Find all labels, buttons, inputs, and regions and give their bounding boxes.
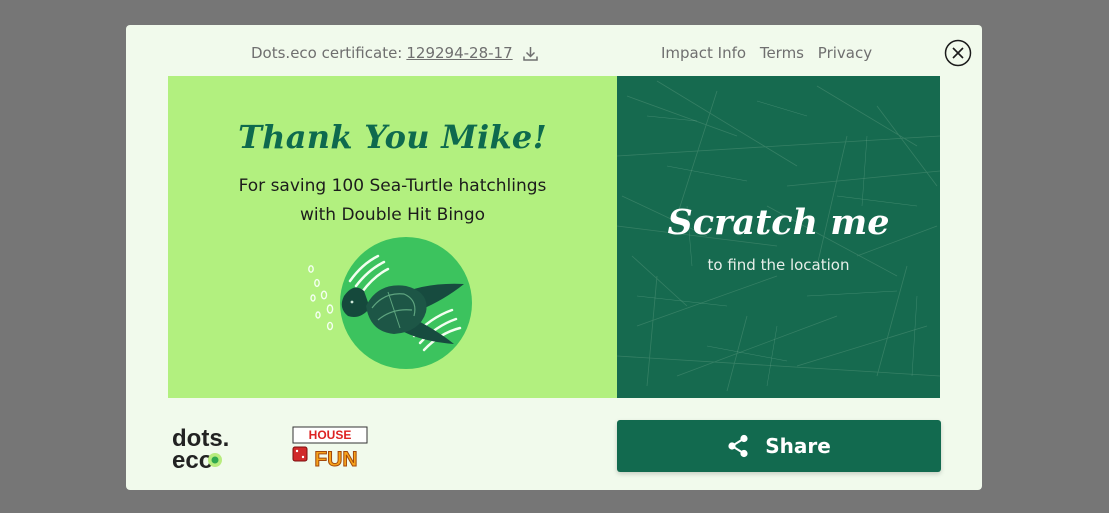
share-button[interactable]: Share [617, 420, 941, 472]
privacy-link[interactable]: Privacy [818, 44, 872, 62]
share-label: Share [765, 434, 831, 458]
eco-logo-word: eco [172, 447, 213, 470]
impact-line-2: with Double Hit Bingo [299, 205, 486, 225]
impact-description: For saving 100 Sea-Turtle hatchlings wit… [168, 172, 617, 230]
modal-footer: dots. eco HOUSE FUN Share [126, 415, 982, 475]
sea-turtle-illustration [304, 236, 476, 370]
certificate-info: Dots.eco certificate: 129294-28-17 [251, 44, 539, 62]
house-logo-word: HOUSE [309, 428, 352, 442]
terms-link[interactable]: Terms [760, 44, 804, 62]
scratch-subtitle: to find the location [707, 256, 850, 274]
header-links: Impact Info Terms Privacy [661, 44, 881, 62]
fun-logo-word: FUN [314, 448, 357, 469]
dots-eco-logo: dots. eco [172, 424, 252, 474]
certificate-modal: Dots.eco certificate: 129294-28-17 Impac… [126, 25, 982, 490]
impact-info-link[interactable]: Impact Info [661, 44, 746, 62]
impact-card: Thank You Mike! For saving 100 Sea-Turtl… [168, 76, 940, 398]
share-icon [727, 434, 749, 458]
modal-header: Dots.eco certificate: 129294-28-17 Impac… [126, 25, 982, 77]
certificate-code-link[interactable]: 129294-28-17 [406, 44, 512, 62]
close-icon[interactable] [944, 39, 972, 67]
download-icon[interactable] [522, 45, 539, 62]
thank-you-panel: Thank You Mike! For saving 100 Sea-Turtl… [168, 76, 617, 398]
scratch-title: Scratch me [667, 202, 890, 243]
impact-line-1: For saving 100 Sea-Turtle hatchlings [238, 176, 547, 196]
certificate-label: Dots.eco certificate: [251, 44, 403, 62]
scratch-panel[interactable]: Scratch me to find the location [617, 76, 940, 398]
house-of-fun-logo: HOUSE FUN [291, 425, 369, 472]
thank-you-title: Thank You Mike! [238, 118, 547, 156]
